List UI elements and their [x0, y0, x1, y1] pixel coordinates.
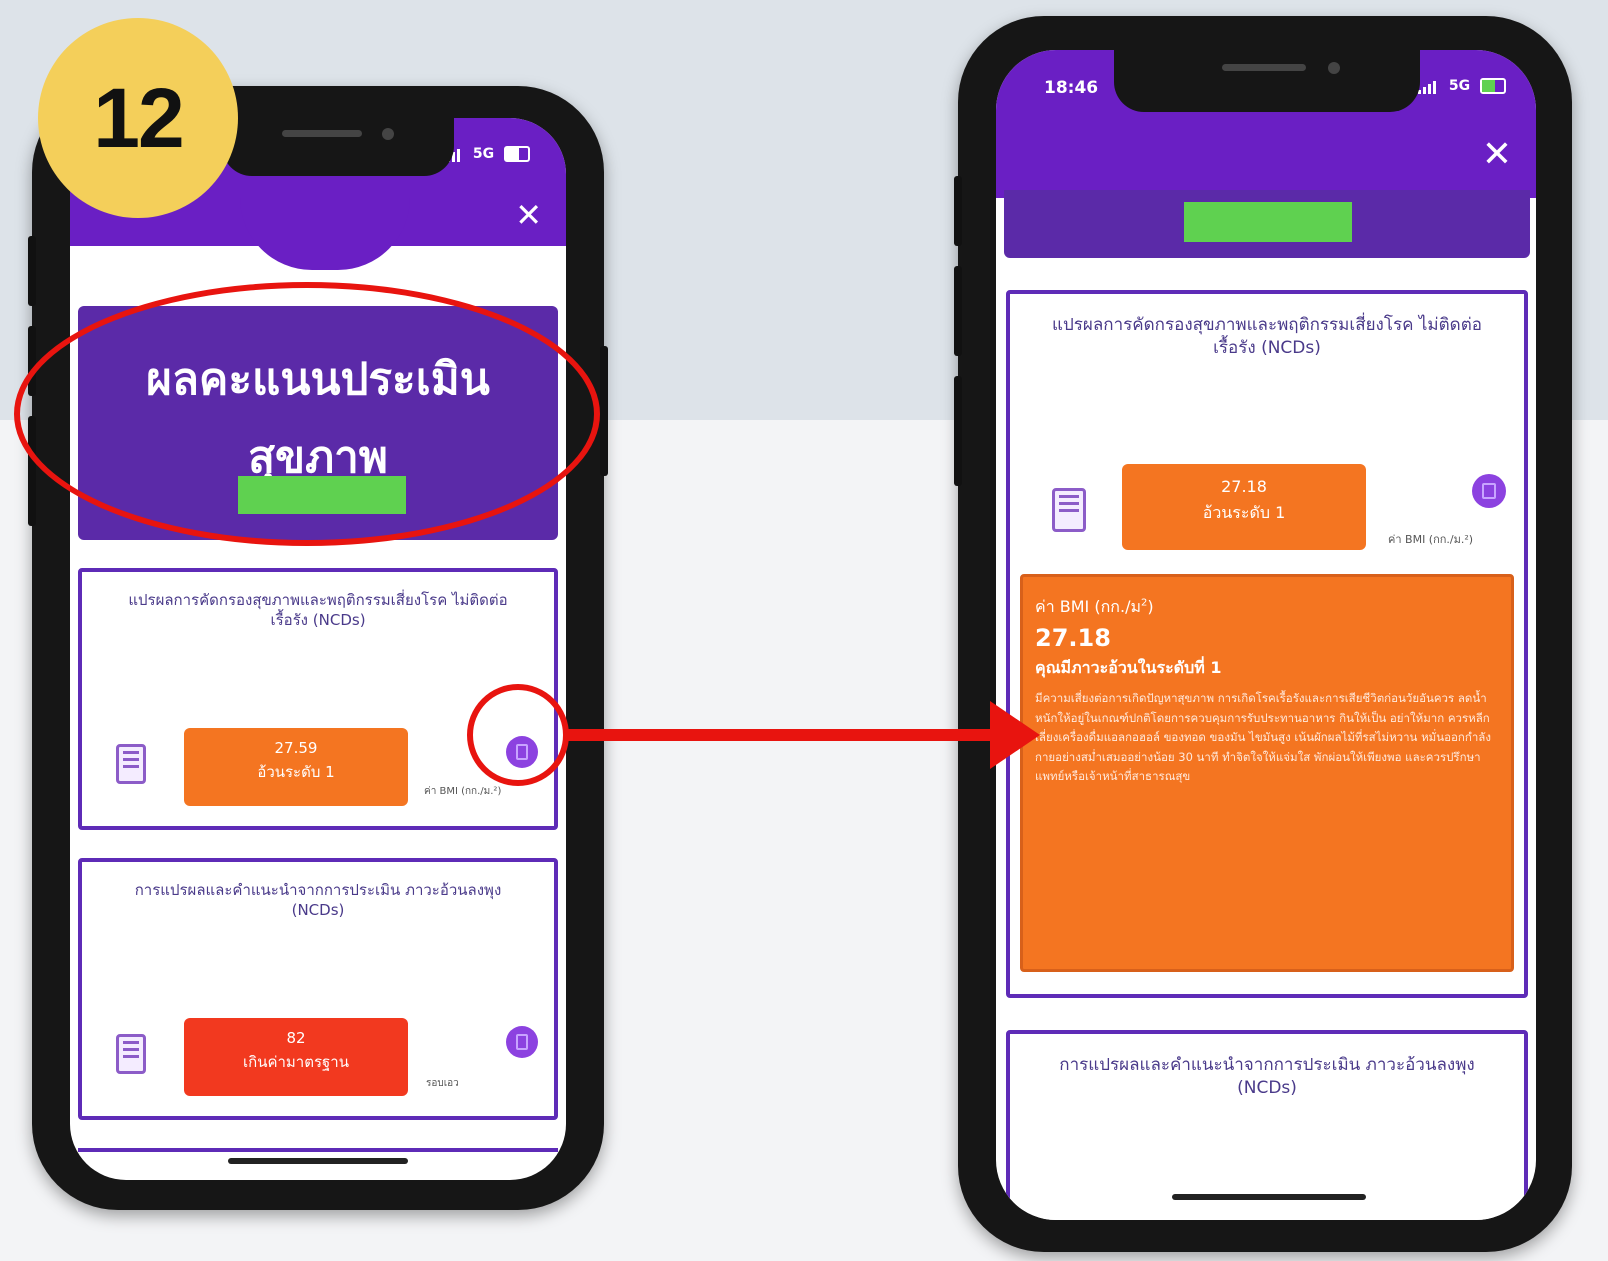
waist-result-badge[interactable]: 82 เกินค่ามาตรฐาน: [184, 1018, 408, 1096]
card-title: แปรผลการคัดกรองสุขภาพและพฤติกรรมเสี่ยงโร…: [1052, 315, 1482, 358]
info-icon[interactable]: [1472, 474, 1506, 508]
signal-icon: [1418, 78, 1438, 94]
bmi-level: อ้วนระดับ 1: [1202, 502, 1286, 522]
right-screen: 18:46 5G ✕ แปรผลการคัดกรองสุขภาพและพฤติก…: [996, 50, 1536, 1220]
bmi-unit-label: ค่า BMI (กก./ม.²): [424, 786, 502, 797]
next-card-edge: [78, 1148, 558, 1180]
close-icon[interactable]: ✕: [1482, 134, 1512, 175]
bmi-detail-panel: ค่า BMI (กก./ม2) 27.18 คุณมีภาวะอ้วนในระ…: [1020, 574, 1514, 972]
step-badge: 12: [38, 18, 238, 218]
detail-body: มีความเสี่ยงต่อการเกิดปัญหาสุขภาพ การเกิ…: [1035, 691, 1491, 784]
step-number: 12: [93, 70, 184, 165]
waist-unit-label: รอบเอว: [426, 1078, 459, 1089]
highlight-circle-info: [467, 684, 569, 786]
home-indicator: [1172, 1194, 1366, 1200]
info-icon[interactable]: [506, 1026, 538, 1058]
status-bar: 5G: [442, 146, 530, 162]
status-time: 18:46: [1044, 78, 1099, 98]
card-title: แปรผลการคัดกรองสุขภาพและพฤติกรรมเสี่ยงโร…: [128, 591, 508, 630]
arrow-head-icon: [990, 701, 1040, 769]
bmi-level: อ้วนระดับ 1: [257, 763, 335, 781]
close-icon[interactable]: ✕: [515, 196, 542, 234]
document-icon: [116, 1034, 146, 1074]
network-label: 5G: [1448, 78, 1471, 94]
waist-assessment-card: การแปรผลและคำแนะนำจากการประเมิน ภาวะอ้วน…: [1006, 1030, 1528, 1220]
document-icon: [116, 744, 146, 784]
document-icon: [1052, 488, 1086, 532]
right-notch: [1114, 46, 1420, 112]
left-notch: [222, 116, 454, 176]
left-phone: 5G ✕ ผลคะแนนประเมิน สุขภาพ แปรผลการคัดกร…: [28, 86, 608, 1210]
waist-assessment-card: การแปรผลและคำแนะนำจากการประเมิน ภาวะอ้วน…: [78, 858, 558, 1120]
ncd-screening-card: แปรผลการคัดกรองสุขภาพและพฤติกรรมเสี่ยงโร…: [1006, 290, 1528, 998]
bmi-value: 27.18: [1221, 477, 1267, 496]
waist-value: 82: [286, 1029, 306, 1047]
right-phone: 18:46 5G ✕ แปรผลการคัดกรองสุขภาพและพฤติก…: [954, 16, 1572, 1252]
detail-value: 27.18: [1035, 624, 1111, 652]
bmi-result-badge[interactable]: 27.18 อ้วนระดับ 1: [1122, 464, 1366, 550]
left-screen: 5G ✕ ผลคะแนนประเมิน สุขภาพ แปรผลการคัดกร…: [70, 118, 566, 1180]
bmi-value: 27.59: [274, 739, 318, 757]
highlight-ellipse-title: [14, 282, 600, 546]
bmi-unit-label: ค่า BMI (กก./ม.²): [1388, 533, 1474, 546]
status-bar: 5G: [1418, 78, 1506, 94]
detail-label: ค่า BMI (กก./ม2): [1035, 597, 1154, 616]
battery-icon: [504, 146, 530, 162]
redacted-name: [1184, 202, 1352, 242]
battery-icon: [1480, 78, 1506, 94]
waist-level: เกินค่ามาตรฐาน: [243, 1053, 349, 1071]
detail-heading: คุณมีภาวะอ้วนในระดับที่ 1: [1035, 658, 1222, 677]
home-indicator: [228, 1158, 408, 1164]
network-label: 5G: [472, 146, 495, 162]
card-title: การแปรผลและคำแนะนำจากการประเมิน ภาวะอ้วน…: [134, 881, 502, 920]
card-title: การแปรผลและคำแนะนำจากการประเมิน ภาวะอ้วน…: [1059, 1055, 1475, 1098]
section-title-bar: [1004, 190, 1530, 258]
bmi-result-badge[interactable]: 27.59 อ้วนระดับ 1: [184, 728, 408, 806]
highlight-arrow: [566, 729, 1006, 741]
header-curve: [240, 198, 410, 270]
